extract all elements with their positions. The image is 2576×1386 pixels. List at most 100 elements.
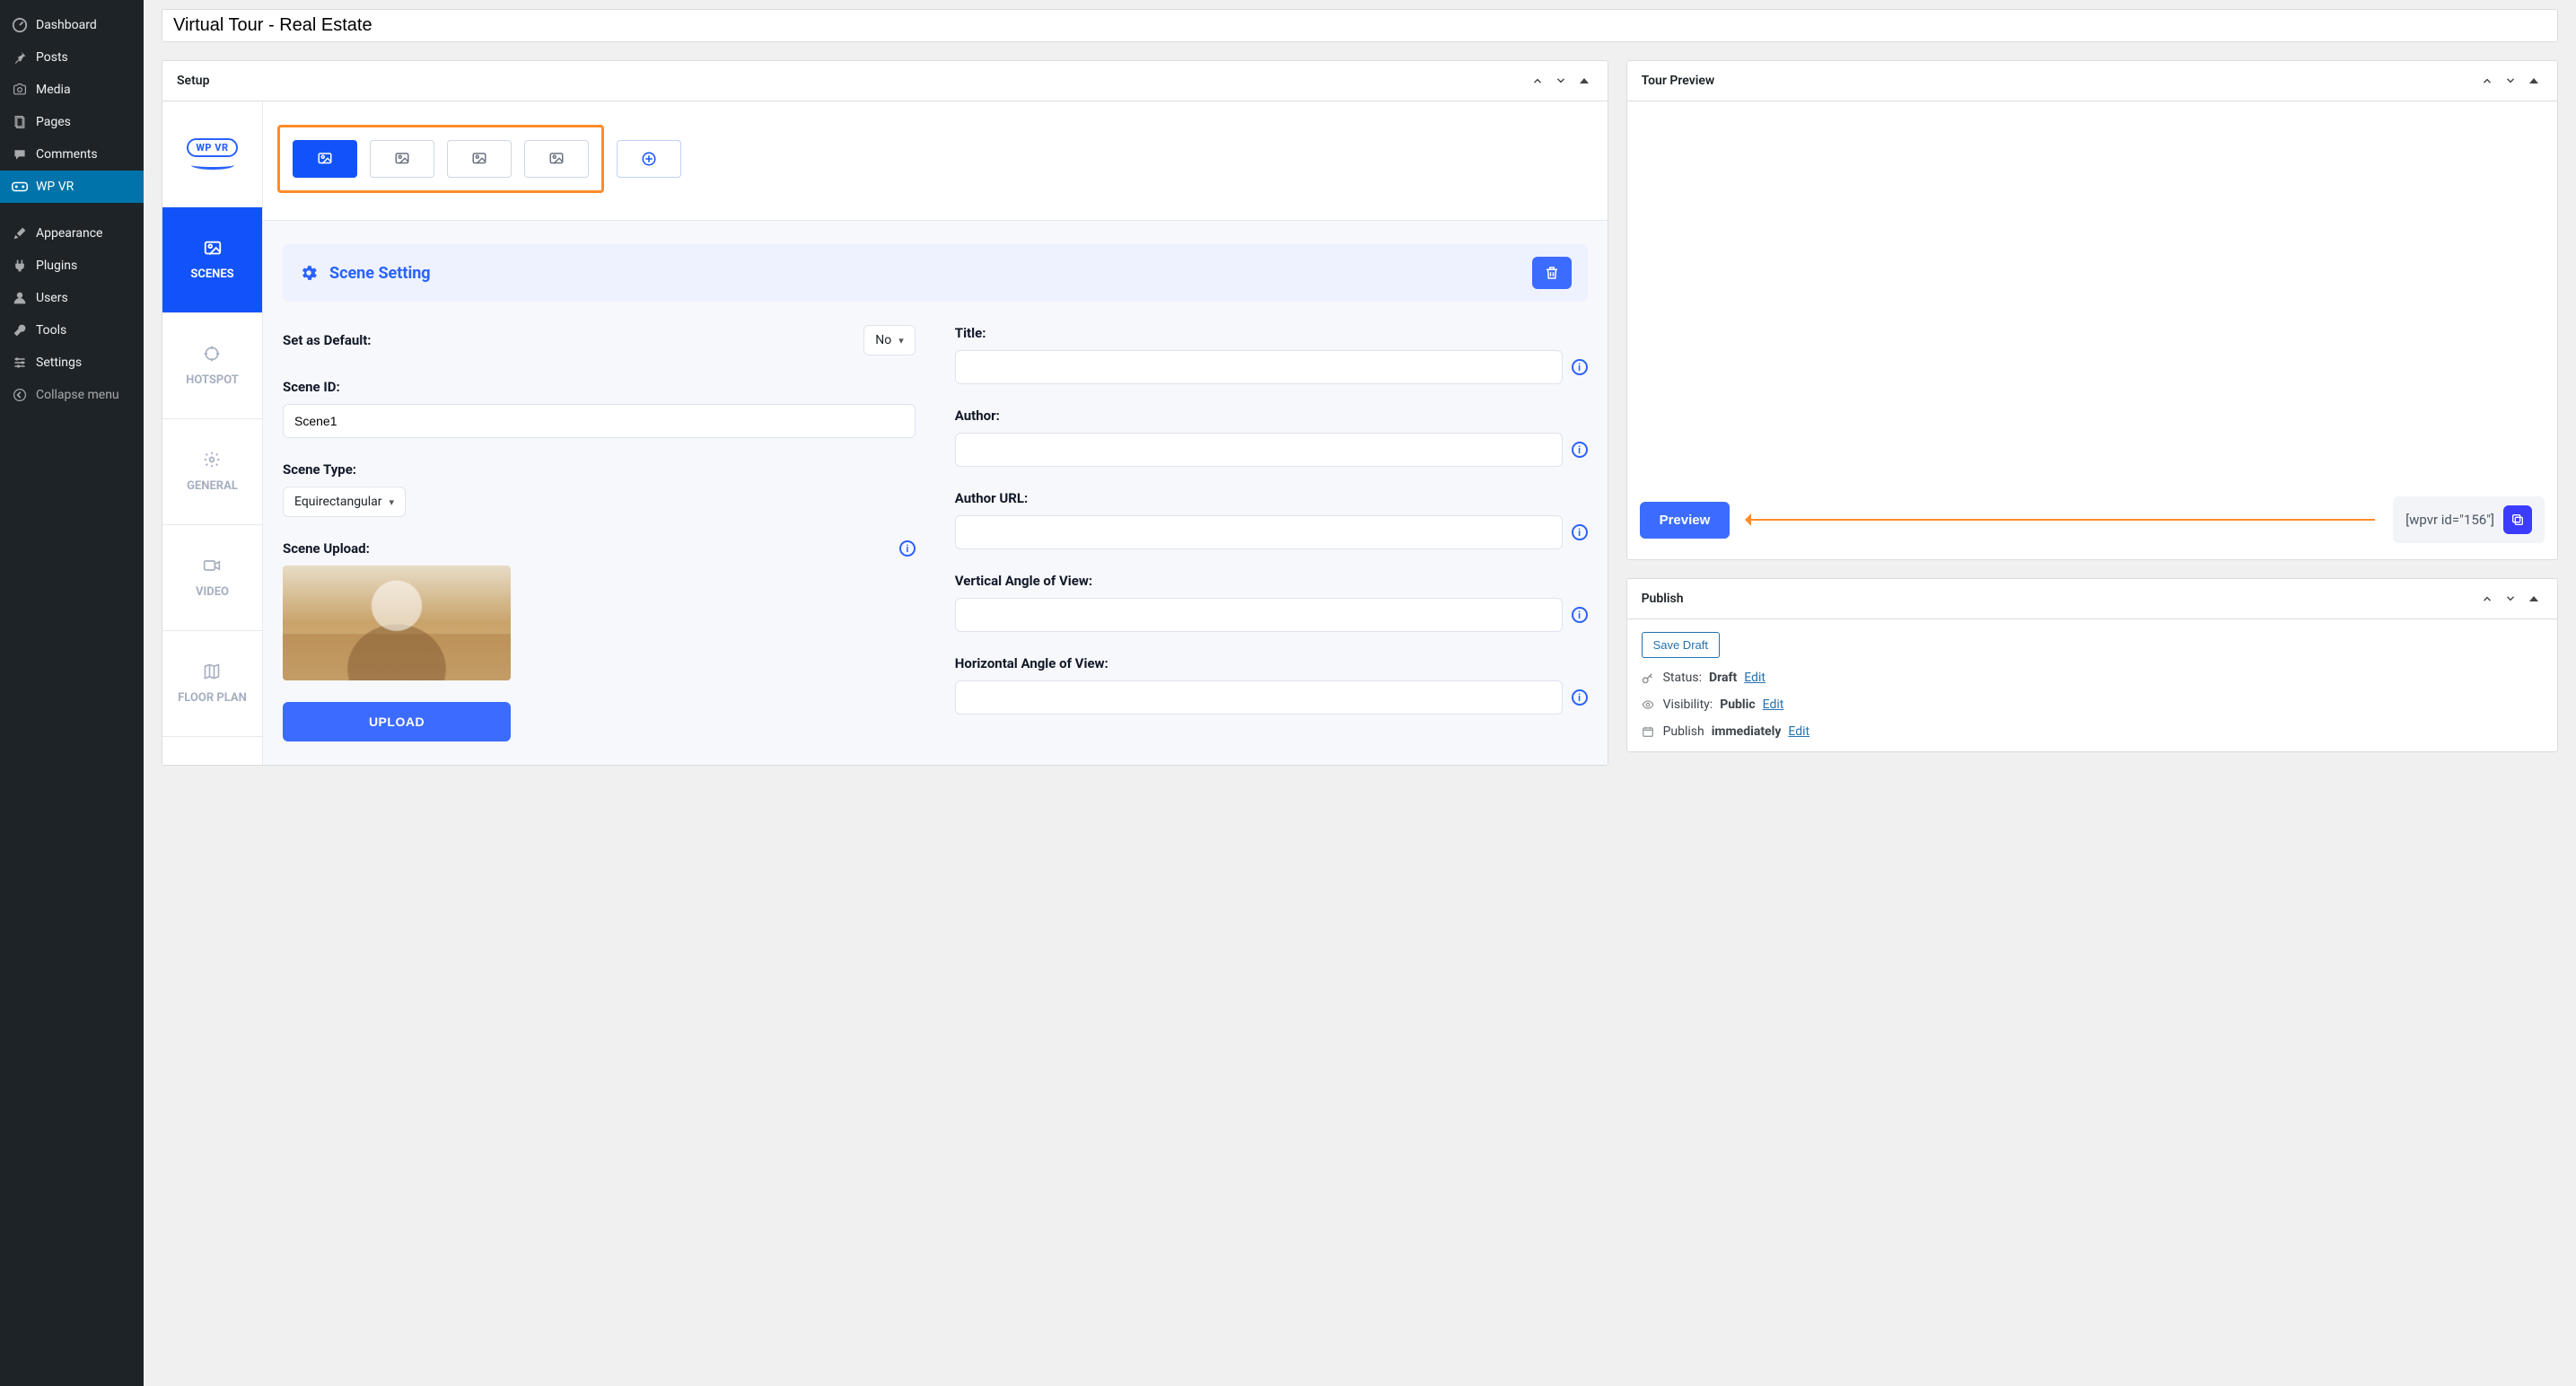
image-icon <box>203 239 223 259</box>
set-default-select[interactable]: No▾ <box>863 325 916 355</box>
preview-button[interactable]: Preview <box>1640 502 1730 539</box>
sidebar-collapse[interactable]: Collapse menu <box>0 379 144 411</box>
sidebar-item-appearance[interactable]: Appearance <box>0 217 144 250</box>
tour-title-input[interactable] <box>162 9 2558 42</box>
plug-icon <box>11 257 29 275</box>
field-label: Author: <box>955 408 1588 424</box>
sidebar-item-plugins[interactable]: Plugins <box>0 250 144 282</box>
sidebar-item-label: Tools <box>36 323 66 338</box>
setup-panel: Setup WP VR <box>162 60 1608 766</box>
field-scene-upload: Scene Upload: i UPLOAD <box>283 540 916 741</box>
eye-icon <box>1642 698 1656 711</box>
gear-icon <box>203 451 223 470</box>
copy-shortcode-button[interactable] <box>2503 505 2532 534</box>
sidebar-item-label: Settings <box>36 355 82 370</box>
field-title: Title: i <box>955 325 1588 384</box>
wrench-icon <box>11 321 29 339</box>
vr-icon <box>11 178 29 196</box>
preview-canvas <box>1640 101 2545 487</box>
add-scene-button[interactable] <box>617 140 681 178</box>
annotation-arrow <box>1748 519 2375 521</box>
chevron-up-icon[interactable] <box>1529 72 1546 90</box>
map-icon <box>203 662 223 682</box>
user-icon <box>11 289 29 307</box>
tab-general[interactable]: GENERAL <box>162 419 262 525</box>
field-label: Status: <box>1663 671 1702 685</box>
field-label: Scene ID: <box>283 379 916 395</box>
pages-icon <box>11 113 29 131</box>
sidebar-item-label: Appearance <box>36 226 102 241</box>
caret-up-icon[interactable] <box>2525 590 2543 608</box>
sidebar-item-posts[interactable]: Posts <box>0 41 144 74</box>
tour-preview-panel: Tour Preview Preview [wpvr id="156"] <box>1626 60 2558 560</box>
tab-label: VIDEO <box>196 585 229 599</box>
sidebar-item-dashboard[interactable]: Dashboard <box>0 9 144 41</box>
field-label: Scene Type: <box>283 461 916 478</box>
scene-thumb-1[interactable] <box>293 140 357 178</box>
save-draft-button[interactable]: Save Draft <box>1642 632 1720 658</box>
info-icon[interactable]: i <box>1572 689 1588 706</box>
info-icon[interactable]: i <box>1572 359 1588 375</box>
scene-thumbs-bar <box>263 101 1608 221</box>
field-label: Scene Upload: <box>283 540 370 557</box>
sidebar-item-comments[interactable]: Comments <box>0 138 144 171</box>
chevron-down-icon[interactable] <box>2502 72 2519 90</box>
field-haov: Horizontal Angle of View: i <box>955 655 1588 715</box>
collapse-icon <box>11 386 29 404</box>
edit-status-link[interactable]: Edit <box>1744 671 1766 685</box>
author-input[interactable] <box>955 433 1563 467</box>
haov-input[interactable] <box>955 680 1563 715</box>
field-label: Vertical Angle of View: <box>955 573 1588 589</box>
sidebar-item-pages[interactable]: Pages <box>0 106 144 138</box>
chevron-down-icon: ▾ <box>390 496 395 508</box>
upload-button[interactable]: UPLOAD <box>283 702 511 741</box>
scene-thumb-3[interactable] <box>447 140 512 178</box>
sidebar-item-label: Users <box>36 291 68 305</box>
chevron-down-icon: ▾ <box>898 335 904 346</box>
scene-id-input[interactable] <box>283 404 916 438</box>
info-icon[interactable]: i <box>1572 442 1588 458</box>
sidebar-item-media[interactable]: Media <box>0 74 144 106</box>
tab-label: SCENES <box>190 268 233 281</box>
wp-admin-sidebar: Dashboard Posts Media Pages Comments WP … <box>0 0 144 1386</box>
scene-type-select[interactable]: Equirectangular▾ <box>283 487 406 517</box>
scene-thumb-4[interactable] <box>524 140 589 178</box>
chevron-up-icon[interactable] <box>2478 72 2496 90</box>
media-icon <box>11 81 29 99</box>
sidebar-item-tools[interactable]: Tools <box>0 314 144 346</box>
field-author-url: Author URL: i <box>955 490 1588 549</box>
info-icon[interactable]: i <box>1572 524 1588 540</box>
chevron-up-icon[interactable] <box>2478 590 2496 608</box>
sidebar-item-settings[interactable]: Settings <box>0 346 144 379</box>
schedule-value: immediately <box>1712 724 1782 739</box>
field-vaov: Vertical Angle of View: i <box>955 573 1588 632</box>
info-icon[interactable]: i <box>899 540 916 557</box>
edit-schedule-link[interactable]: Edit <box>1788 724 1809 739</box>
scene-setting-title: Scene Setting <box>329 264 1521 283</box>
tab-floorplan[interactable]: FLOOR PLAN <box>162 631 262 737</box>
dashboard-icon <box>11 16 29 34</box>
scene-thumb-2[interactable] <box>370 140 434 178</box>
wpvr-logo-text: WP VR <box>187 138 237 157</box>
tab-video[interactable]: VIDEO <box>162 525 262 631</box>
tab-scenes[interactable]: SCENES <box>162 207 262 313</box>
delete-scene-button[interactable] <box>1532 257 1572 289</box>
chevron-down-icon[interactable] <box>2502 590 2519 608</box>
publish-schedule-row: Publish immediately Edit <box>1642 724 2543 739</box>
wpvr-logo: WP VR <box>162 101 262 207</box>
sidebar-item-label: Comments <box>36 147 98 162</box>
tab-label: HOTSPOT <box>186 373 239 387</box>
tab-label: GENERAL <box>187 479 238 493</box>
caret-up-icon[interactable] <box>2525 72 2543 90</box>
vaov-input[interactable] <box>955 598 1563 632</box>
info-icon[interactable]: i <box>1572 607 1588 623</box>
sidebar-item-users[interactable]: Users <box>0 282 144 314</box>
edit-visibility-link[interactable]: Edit <box>1763 697 1784 712</box>
sidebar-item-label: Posts <box>36 50 68 65</box>
author-url-input[interactable] <box>955 515 1563 549</box>
scene-title-input[interactable] <box>955 350 1563 384</box>
chevron-down-icon[interactable] <box>1552 72 1570 90</box>
tab-hotspot[interactable]: HOTSPOT <box>162 313 262 419</box>
caret-up-icon[interactable] <box>1575 72 1593 90</box>
sidebar-item-wpvr[interactable]: WP VR <box>0 171 144 203</box>
